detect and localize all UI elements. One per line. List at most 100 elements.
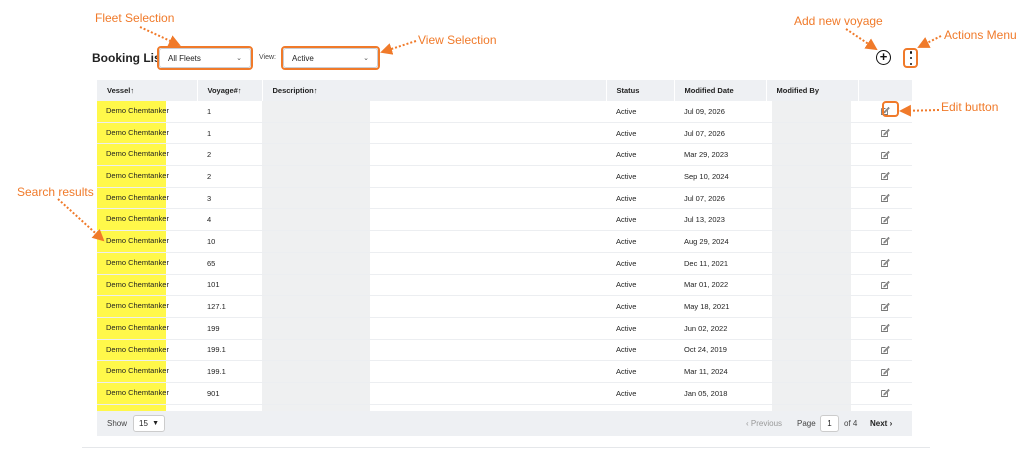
annotation-search-results: Search results	[17, 185, 94, 199]
column-header[interactable]: Voyage#↑	[197, 80, 263, 101]
redacted-description	[262, 274, 370, 296]
edit-icon[interactable]	[880, 258, 890, 268]
modified-date-cell: Sep 10, 2024	[684, 171, 729, 181]
page-size-value: 15	[139, 419, 148, 428]
edit-icon[interactable]	[880, 280, 890, 289]
edit-button[interactable]	[858, 317, 912, 339]
table-row[interactable]: Demo Chemtanker 199.1 Active Mar 11, 2024	[97, 361, 912, 383]
edit-icon[interactable]	[880, 236, 890, 246]
edit-icon[interactable]	[880, 367, 890, 376]
table-row[interactable]: Demo Chemtanker 3 Active Jul 07, 2026	[97, 187, 912, 209]
redacted-modified-by	[772, 122, 851, 144]
table-row[interactable]: Demo Chemtanker 1 Active Jul 09, 2026	[97, 101, 912, 123]
table-header-row: Vessel↑ Voyage#↑ Description↑ Status Modifie…	[97, 80, 913, 101]
redacted-modified-by	[772, 187, 851, 209]
table-row[interactable]: Demo Chemtanker 65 Active Dec 11, 2021	[97, 252, 912, 274]
redacted-modified-by	[772, 101, 851, 122]
description-cell	[262, 339, 606, 361]
edit-icon[interactable]	[880, 106, 890, 116]
status-cell: Active	[616, 258, 637, 268]
modified-by-cell	[766, 361, 858, 383]
view-select[interactable]: Active ⌄	[283, 48, 378, 68]
voyage-cell: 199	[207, 323, 220, 333]
status-cell: Active	[616, 323, 637, 333]
modified-date-cell: Mar 01, 2022	[684, 280, 729, 290]
voyage-cell: 1	[207, 106, 212, 116]
table-row[interactable]: Demo Chemtanker 4 Active Jul 13, 2023	[97, 209, 912, 231]
modified-date-cell: Mar 29, 2023	[684, 150, 729, 160]
status-cell: Active	[616, 106, 637, 116]
redacted-modified-by	[772, 274, 851, 296]
edit-icon[interactable]	[880, 193, 890, 203]
edit-icon[interactable]	[880, 171, 890, 181]
edit-button[interactable]	[858, 252, 912, 274]
vessel-cell: Demo Chemtanker	[97, 166, 197, 188]
column-header	[858, 80, 913, 101]
edit-icon[interactable]	[880, 323, 890, 333]
edit-button[interactable]	[858, 166, 912, 188]
edit-button[interactable]	[858, 144, 912, 166]
vessel-cell: Demo Chemtanker	[97, 317, 197, 339]
description-cell	[262, 231, 606, 253]
page-number-input[interactable]: 1	[820, 415, 839, 432]
edit-button[interactable]	[858, 101, 912, 122]
table-row[interactable]: Demo Chemtanker 2 Active Sep 10, 2024	[97, 166, 912, 188]
column-header[interactable]: Modified By	[766, 80, 859, 101]
fleet-select-value: All Fleets	[168, 53, 201, 63]
edit-icon[interactable]	[880, 150, 890, 159]
page-size-select[interactable]: 15 ▼	[133, 415, 165, 432]
edit-icon[interactable]	[880, 345, 890, 354]
redacted-description	[262, 382, 370, 404]
voyage-cell: 2	[207, 171, 212, 181]
table-row[interactable]: Demo Chemtanker 127.1 Active May 18, 2021	[97, 296, 912, 318]
next-page-link[interactable]: Next ›	[870, 419, 892, 428]
table-row[interactable]: Demo Chemtanker 10 Active Aug 29, 2024	[97, 231, 912, 253]
edit-button[interactable]	[858, 209, 912, 231]
column-header[interactable]: Modified Date	[674, 80, 767, 101]
kebab-menu-icon[interactable]	[906, 50, 916, 66]
edit-button[interactable]	[858, 231, 912, 253]
edit-button[interactable]	[858, 187, 912, 209]
table-row[interactable]: Demo Chemtanker 199 Active Jun 02, 2022	[97, 317, 912, 340]
show-label: Show	[107, 419, 128, 428]
modified-by-cell	[766, 144, 858, 166]
table-row[interactable]: Demo Chemtanker 901 Active Jan 05, 2018	[97, 382, 912, 405]
table-row[interactable]: Demo Chemtanker 1 Active Jul 07, 2026	[97, 122, 912, 144]
redacted-modified-by	[772, 317, 851, 339]
description-cell	[262, 187, 606, 209]
edit-icon[interactable]	[880, 128, 890, 137]
modified-date-cell: May 18, 2021	[684, 302, 730, 312]
voyage-cell: 65	[207, 258, 216, 268]
divider	[82, 447, 930, 448]
edit-button[interactable]	[858, 296, 912, 318]
vessel-cell: Demo Chemtanker	[97, 101, 197, 122]
plus-circle-icon[interactable]: +	[876, 50, 891, 65]
vessel-name: Demo Chemtanker	[97, 339, 169, 361]
table-row[interactable]: Demo Chemtanker 199.1 Active Oct 24, 2019	[97, 339, 912, 361]
column-header[interactable]: Description↑	[262, 80, 607, 101]
modified-date-cell: Dec 11, 2021	[684, 258, 729, 268]
previous-page-link[interactable]: ‹ Previous	[746, 419, 782, 428]
modified-date-cell: Mar 11, 2024	[684, 367, 728, 377]
table-row[interactable]: Demo Chemtanker 101 Active Mar 01, 2022	[97, 274, 912, 296]
fleet-select[interactable]: All Fleets ⌄	[159, 48, 251, 68]
edit-icon[interactable]	[880, 215, 890, 224]
description-cell	[262, 101, 606, 122]
column-header[interactable]: Vessel↑	[97, 80, 198, 101]
edit-icon[interactable]	[880, 302, 890, 311]
vessel-name: Demo Chemtanker	[97, 166, 169, 187]
voyage-cell: 2	[207, 150, 212, 160]
table-row[interactable]: Demo Chemtanker 2 Active Mar 29, 2023	[97, 144, 912, 166]
edit-button[interactable]	[858, 274, 912, 296]
edit-button[interactable]	[858, 339, 912, 361]
edit-button[interactable]	[858, 382, 912, 404]
column-header[interactable]: Status	[606, 80, 675, 101]
vessel-cell: Demo Chemtanker	[97, 382, 197, 404]
redacted-description	[262, 231, 370, 252]
edit-button[interactable]	[858, 122, 912, 144]
modified-by-cell	[766, 317, 858, 339]
status-cell: Active	[616, 150, 637, 160]
edit-icon[interactable]	[880, 388, 890, 398]
edit-button[interactable]	[858, 361, 912, 383]
status-cell: Active	[616, 236, 637, 246]
